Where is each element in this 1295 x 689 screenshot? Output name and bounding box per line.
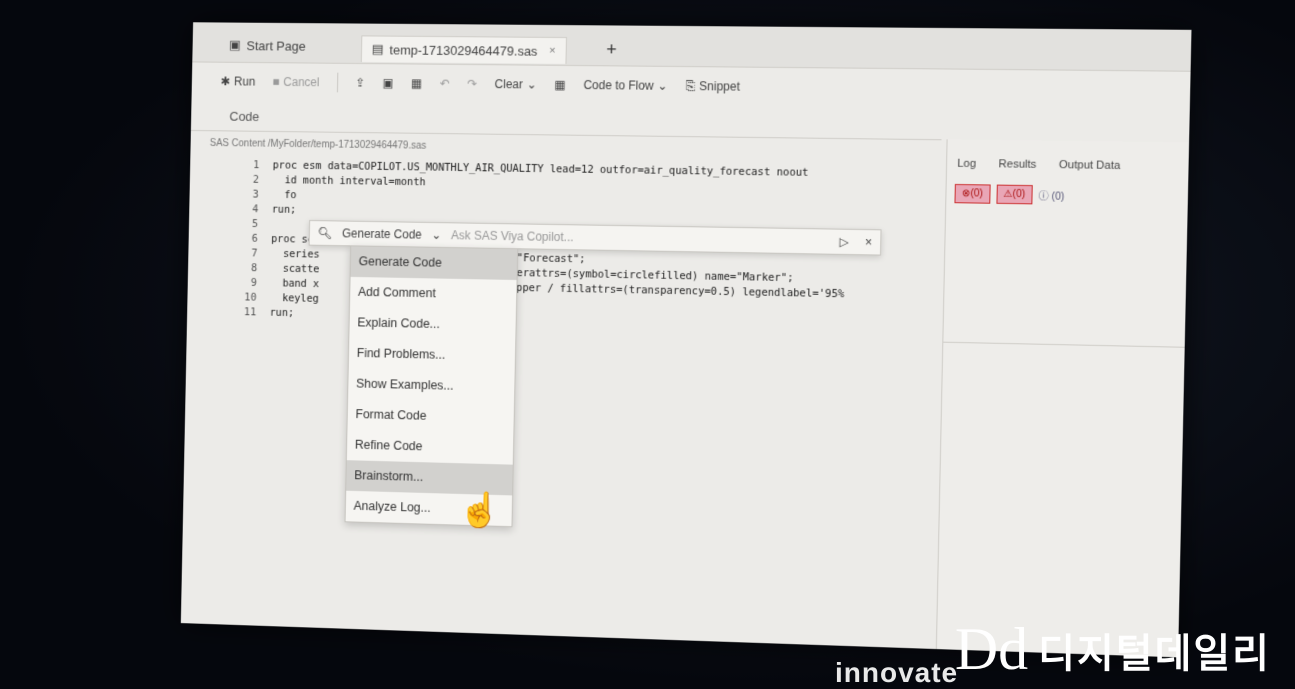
line-number: 5 (251, 217, 259, 230)
undo-icon[interactable]: ↶ (440, 77, 450, 91)
line-number: 3 (252, 188, 259, 201)
menu-item[interactable]: Refine Code (347, 430, 514, 465)
results-tab[interactable]: Log (957, 158, 976, 170)
code-text: run; (271, 203, 297, 216)
digital-daily-watermark: Dd 디지털데일리 (955, 619, 1271, 679)
close-tab-icon[interactable]: × (549, 45, 556, 57)
chevron-down-icon[interactable]: ⌄ (431, 228, 441, 242)
results-pane: Log Results Output Data ⊗(0) ⚠(0) ⓘ (0) (935, 139, 1191, 658)
menu-item[interactable]: Add Comment (350, 277, 517, 311)
copilot-icon: 🔍︎ (317, 226, 333, 241)
dd-logo: Dd (954, 616, 1029, 682)
copilot-mode-select[interactable]: Generate Code (342, 226, 422, 241)
line-number: 10 (244, 291, 257, 304)
menu-item[interactable]: Find Problems... (349, 338, 516, 372)
run-icon: ✱ (220, 74, 231, 89)
code-to-flow-dropdown[interactable]: Code to Flow ⌄ (583, 78, 667, 93)
watermark-text: 디지털데일리 (1038, 632, 1271, 676)
line-number: 7 (251, 247, 258, 259)
results-tab[interactable]: Output Data (1059, 159, 1121, 172)
line-number: 2 (252, 173, 260, 186)
file-path: SAS Content /MyFolder/temp-1713029464479… (209, 138, 427, 152)
line-number: 1 (253, 158, 260, 171)
line-number: 4 (252, 202, 259, 215)
line-number: 8 (250, 261, 258, 274)
code-text: fo (271, 188, 297, 201)
code-text: run; (269, 306, 295, 319)
save-as-icon[interactable]: ▦ (411, 76, 422, 90)
toolbar-divider (336, 72, 339, 93)
snippet-icon: ⎘ (685, 78, 696, 93)
chevron-down-icon: ⌄ (526, 77, 537, 92)
results-tabs: Log Results Output Data (947, 139, 1190, 173)
menu-item[interactable]: Explain Code... (349, 307, 516, 341)
menu-item[interactable]: Generate Code (350, 246, 518, 281)
upload-icon[interactable]: ⇪ (355, 76, 365, 90)
innovate-banner: innovate (835, 657, 959, 688)
tab-start-label: Start Page (246, 37, 306, 54)
close-icon[interactable]: × (865, 235, 872, 249)
editor-subbar: Code (190, 102, 943, 141)
code-text: keyleg (269, 291, 319, 305)
code-to-flow-label: Code to Flow (583, 78, 654, 93)
copilot-action-menu: Generate Code Add Comment Explain Code... F… (344, 245, 519, 528)
hand-pointer-icon: ☝ (458, 490, 501, 530)
code-text: id month interval=month (272, 173, 426, 188)
line-number: 9 (250, 276, 257, 289)
line-number: 6 (251, 232, 258, 245)
warnings-badge[interactable]: ⚠(0) (996, 184, 1033, 205)
start-page-icon: ▣ (228, 37, 241, 53)
snippet-button[interactable]: ⎘ Snippet (685, 79, 740, 95)
grid-icon[interactable]: ▦ (554, 78, 565, 92)
run-button[interactable]: ✱ Run (220, 74, 255, 88)
notes-badge[interactable]: ⓘ (0) (1038, 187, 1064, 203)
sas-studio-window: ▣ Start Page ▤ temp-1713029464479.sas × … (180, 22, 1192, 658)
tab-file-label: temp-1713029464479.sas (389, 42, 538, 59)
tab-start-page[interactable]: ▣ Start Page (229, 32, 306, 58)
menu-item[interactable]: Format Code (347, 399, 514, 434)
stop-icon: ■ (272, 74, 280, 89)
new-tab-button[interactable]: + (606, 39, 617, 60)
clear-label: Clear (494, 77, 523, 92)
run-label: Run (233, 74, 256, 89)
pane-divider (943, 341, 1186, 348)
log-summary: ⊗(0) ⚠(0) ⓘ (0) (946, 170, 1189, 207)
send-icon[interactable]: ▷ (839, 235, 849, 249)
tab-code[interactable]: Code (229, 109, 259, 124)
tab-temp-file[interactable]: ▤ temp-1713029464479.sas × (360, 35, 567, 64)
save-icon[interactable]: ▣ (382, 76, 393, 90)
copilot-ask-input[interactable]: Ask SAS Viya Copilot... (451, 228, 574, 244)
redo-icon[interactable]: ↷ (467, 77, 477, 91)
chevron-down-icon: ⌄ (657, 78, 668, 93)
clear-dropdown[interactable]: Clear ⌄ (495, 77, 537, 91)
cancel-label: Cancel (283, 75, 320, 90)
menu-item[interactable]: Show Examples... (348, 369, 515, 404)
code-editor[interactable]: SAS Content /MyFolder/temp-1713029464479… (200, 138, 941, 623)
errors-badge[interactable]: ⊗(0) (954, 183, 991, 204)
line-number: 11 (243, 305, 257, 318)
sas-file-icon: ▤ (371, 41, 384, 57)
results-tab[interactable]: Results (999, 158, 1037, 171)
snippet-label: Snippet (699, 79, 741, 94)
cancel-button[interactable]: ■ Cancel (272, 75, 319, 89)
